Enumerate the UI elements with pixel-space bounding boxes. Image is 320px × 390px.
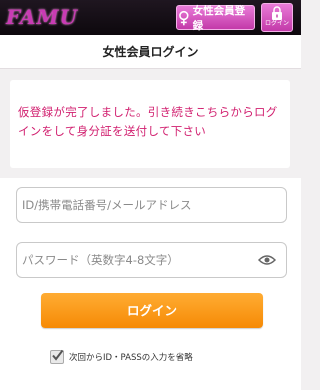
header-login-button[interactable]: ログイン [261, 3, 293, 32]
register-label: 女性会員登録 [192, 4, 246, 32]
check-icon [52, 349, 64, 361]
female-symbol-icon [179, 10, 189, 25]
page-title: 女性会員ログイン [0, 35, 301, 69]
password-placeholder: パスワード（英数字4-8文字） [22, 253, 179, 267]
lock-icon [272, 6, 282, 20]
logo[interactable]: FAMU [6, 6, 78, 28]
header-login-label: ログイン [264, 20, 289, 27]
remember-label: 次回からID・PASSの入力を省略 [69, 353, 193, 363]
registration-notice: 仮登録が完了しました。引き続きこちらからログインをして身分証を送付して下さい [10, 80, 290, 168]
show-password-eye-icon[interactable] [258, 253, 276, 267]
password-input[interactable]: パスワード（英数字4-8文字） [16, 242, 287, 278]
login-submit-button[interactable]: ログイン [41, 293, 263, 328]
female-register-button[interactable]: 女性会員登録 [176, 4, 255, 32]
remember-login[interactable]: 次回からID・PASSの入力を省略 [50, 349, 193, 365]
id-input[interactable]: ID/携帯電話番号/メールアドレス [16, 187, 287, 223]
remember-checkbox[interactable] [50, 349, 64, 364]
header: FAMU 女性会員登録 ログイン [0, 0, 301, 35]
